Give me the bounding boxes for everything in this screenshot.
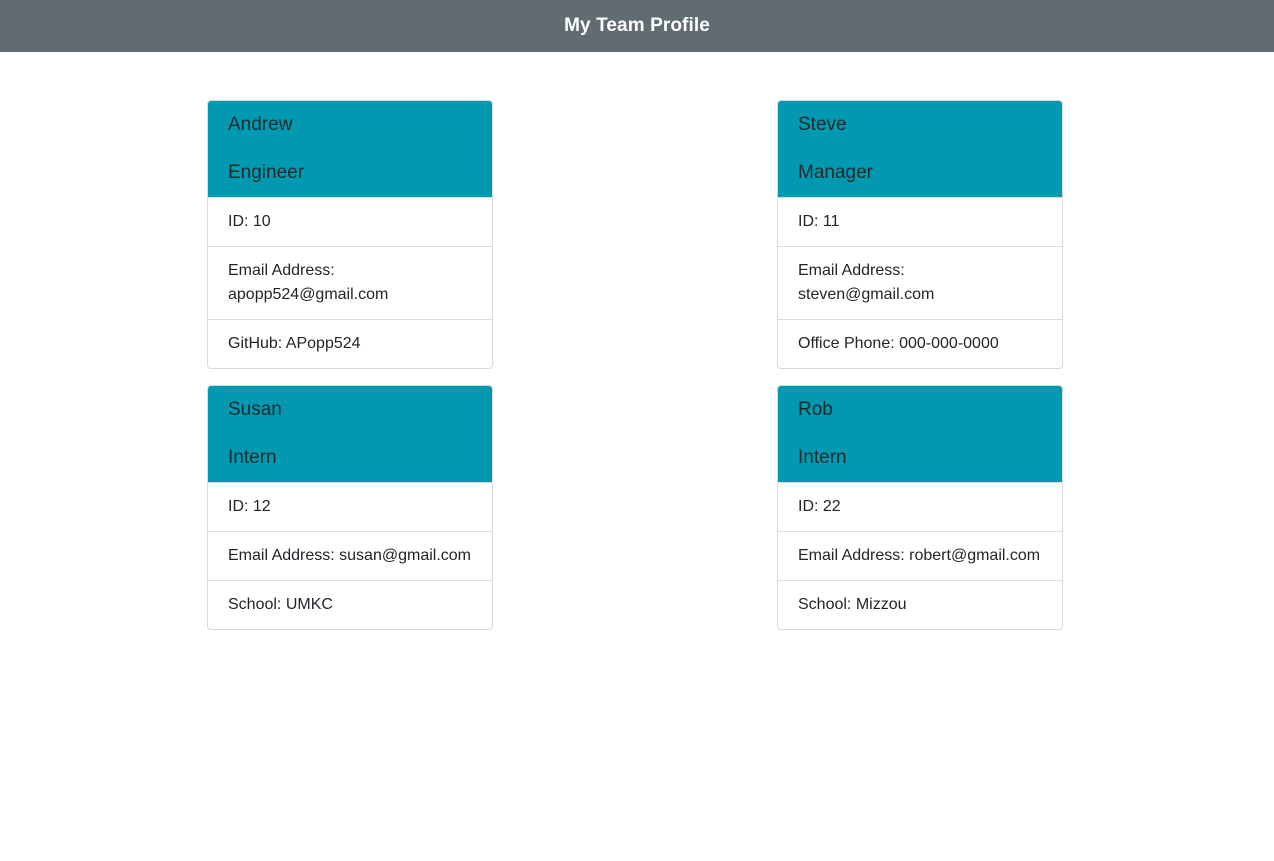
employee-card-rob: Rob Intern ID: 22 Email Address: robert@… (777, 385, 1063, 630)
email-label: Email Address: (228, 547, 340, 564)
employee-id: ID: 22 (778, 482, 1062, 531)
employee-office-phone: Office Phone: 000-000-0000 (778, 319, 1062, 368)
employee-email: Email Address: apopp524@gmail.com (208, 246, 492, 319)
email-label: Email Address: (228, 262, 335, 279)
employee-email: Email Address: robert@gmail.com (778, 531, 1062, 580)
navbar: My Team Profile (0, 0, 1274, 52)
school-text: School: Mizzou (798, 596, 907, 613)
employee-name: Andrew (228, 114, 293, 135)
card-header: Steve Manager (778, 101, 1062, 197)
employee-email: Email Address: steven@gmail.com (778, 246, 1062, 319)
employee-role: Manager (798, 162, 873, 183)
employee-email: Email Address: susan@gmail.com (208, 531, 492, 580)
employee-name: Steve (798, 114, 847, 135)
employee-id: ID: 12 (208, 482, 492, 531)
email-link[interactable]: susan@gmail.com (339, 547, 471, 564)
employee-school: School: Mizzou (778, 580, 1062, 629)
card-header: Rob Intern (778, 386, 1062, 482)
employee-card-steve: Steve Manager ID: 11 Email Address: stev… (777, 100, 1063, 369)
employee-role: Intern (798, 447, 847, 468)
employee-name: Rob (798, 399, 833, 420)
employee-card-andrew: Andrew Engineer ID: 10 Email Address: ap… (207, 100, 493, 369)
school-text: School: UMKC (228, 596, 333, 613)
email-label: Email Address: (798, 262, 905, 279)
email-label: Email Address: (798, 547, 910, 564)
page-title: My Team Profile (564, 15, 710, 36)
employee-role: Engineer (228, 162, 305, 183)
employee-id-text: ID: 22 (798, 498, 841, 515)
email-link[interactable]: steven@gmail.com (798, 286, 934, 303)
card-header: Susan Intern (208, 386, 492, 482)
employee-github: GitHub: APopp524 (208, 319, 492, 368)
office-phone-text: Office Phone: 000-000-0000 (798, 335, 999, 352)
employee-card-susan: Susan Intern ID: 12 Email Address: susan… (207, 385, 493, 630)
employee-id-text: ID: 11 (798, 213, 840, 230)
email-link[interactable]: robert@gmail.com (909, 547, 1040, 564)
email-link[interactable]: apopp524@gmail.com (228, 286, 388, 303)
github-text[interactable]: GitHub: APopp524 (228, 335, 361, 352)
employee-role: Intern (228, 447, 277, 468)
employee-id: ID: 10 (208, 197, 492, 246)
card-header: Andrew Engineer (208, 101, 492, 197)
employee-school: School: UMKC (208, 580, 492, 629)
employee-id: ID: 11 (778, 197, 1062, 246)
employee-id-text: ID: 12 (228, 498, 271, 515)
employee-name: Susan (228, 399, 282, 420)
employee-id-text: ID: 10 (228, 213, 271, 230)
